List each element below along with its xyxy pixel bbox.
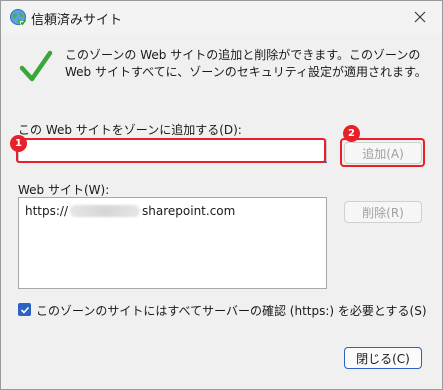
close-window-button[interactable] (398, 1, 442, 33)
https-required-checkbox[interactable] (18, 303, 31, 316)
step-badge-1: 1 (10, 135, 27, 152)
close-icon (414, 8, 426, 27)
add-button[interactable]: 追加(A) (344, 142, 422, 164)
url-input-container (18, 139, 327, 163)
sites-list[interactable]: https:// sharepoint.com (18, 197, 327, 289)
site-url-suffix: sharepoint.com (142, 204, 236, 218)
title-bar: 信頼済みサイト (1, 1, 442, 33)
redacted-text (70, 205, 141, 217)
zone-description: このゾーンの Web サイトの追加と削除ができます。このゾーンの Web サイト… (65, 48, 427, 79)
window-title: 信頼済みサイト (31, 13, 123, 28)
sites-list-label: Web サイト(W): (18, 183, 110, 197)
list-item[interactable]: https:// sharepoint.com (25, 204, 235, 218)
site-url-prefix: https:// (25, 204, 69, 218)
https-required-label[interactable]: このゾーンのサイトにはすべてサーバーの確認 (https:) を必要とする(S) (36, 302, 427, 319)
remove-button[interactable]: 削除(R) (344, 201, 422, 223)
add-site-input[interactable] (18, 139, 327, 163)
close-button[interactable]: 閉じる(C) (344, 347, 422, 369)
trusted-sites-dialog: 信頼済みサイト このゾーンの Web サイトの追加と削除ができます。このゾーンの… (0, 0, 443, 390)
add-site-label: この Web サイトをゾーンに追加する(D): (18, 123, 242, 137)
checkmark-icon (19, 49, 53, 85)
step-badge-2: 2 (343, 125, 360, 142)
internet-globe-icon (9, 8, 27, 26)
checkbox-check-icon (20, 300, 30, 319)
